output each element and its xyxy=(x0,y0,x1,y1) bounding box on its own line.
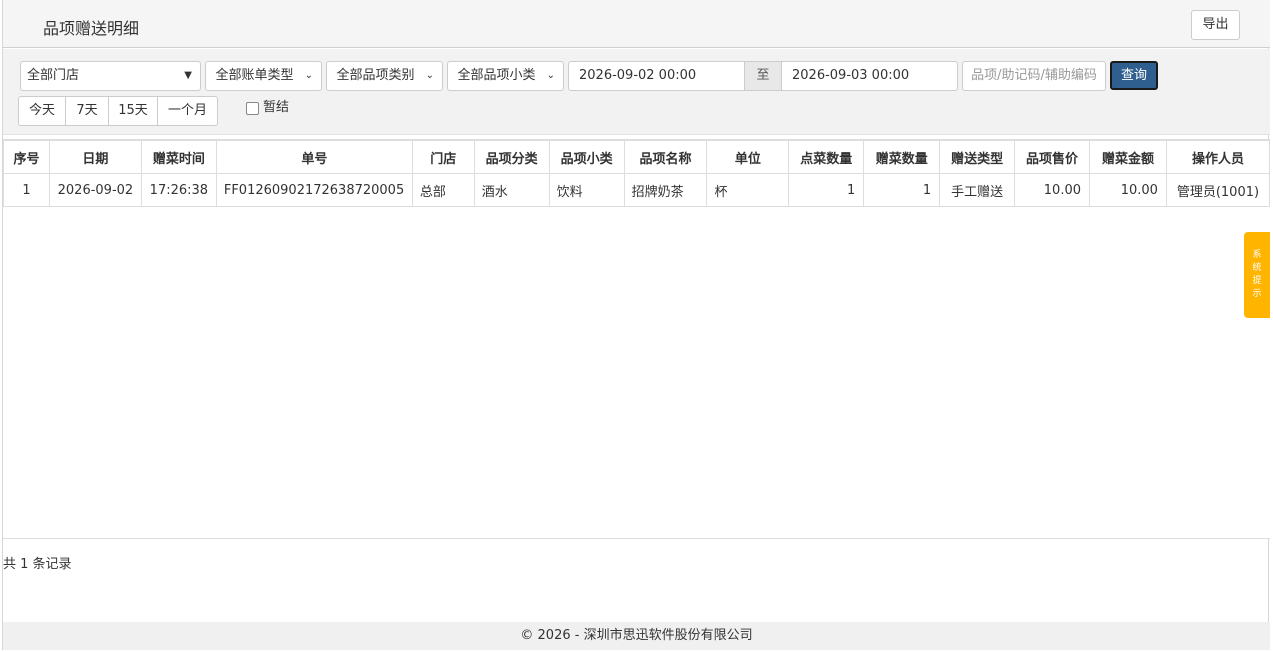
table-cell: 1 xyxy=(3,173,50,207)
gift-detail-table: 序号 日期 赠菜时间 单号 门店 品项分类 品项小类 品项名称 单位 点菜数量 … xyxy=(3,140,1271,207)
column-header[interactable]: 日期 xyxy=(48,140,142,174)
item-subcategory-select-value: 全部品项小类 xyxy=(457,68,536,83)
table-header-row: 序号 日期 赠菜时间 单号 门店 品项分类 品项小类 品项名称 单位 点菜数量 … xyxy=(3,140,1271,174)
system-tip-char: 示 xyxy=(1252,289,1262,299)
column-header[interactable]: 品项售价 xyxy=(1014,140,1090,174)
table-cell: 10.00 xyxy=(1089,173,1167,207)
date-range-separator: 至 xyxy=(744,61,782,91)
table-cell: 2026-09-02 xyxy=(48,173,142,207)
table-cell: 管理员(1001) xyxy=(1165,173,1271,207)
table-cell: 10.00 xyxy=(1014,173,1090,207)
table-cell: 17:26:38 xyxy=(140,173,217,207)
copyright: © 2026 - 深圳市思迅软件股份有限公司 xyxy=(3,622,1270,650)
system-tip-char: 提 xyxy=(1252,276,1262,286)
column-header[interactable]: 操作人员 xyxy=(1165,140,1271,174)
start-date-input[interactable]: 2026-09-02 00:00 xyxy=(568,61,745,91)
pending-label: 暂结 xyxy=(263,100,290,115)
system-tip-tab[interactable]: 系 统 提 示 xyxy=(1244,232,1270,318)
query-button[interactable]: 查询 xyxy=(1110,61,1158,90)
column-header[interactable]: 赠菜数量 xyxy=(863,140,941,174)
item-category-select[interactable]: 全部品项类别 ⌄ xyxy=(326,61,443,91)
data-grid: 序号 日期 赠菜时间 单号 门店 品项分类 品项小类 品项名称 单位 点菜数量 … xyxy=(3,139,1271,539)
table-cell: 杯 xyxy=(706,173,790,207)
page-header: 品项赠送明细 导出 xyxy=(3,0,1270,48)
report-frame: 品项赠送明细 导出 全部门店 ▼ 全部账单类型 ⌄ 全部品项类别 ⌄ 全部品项小… xyxy=(2,0,1271,650)
pending-checkbox[interactable] xyxy=(246,101,259,115)
end-date-input[interactable]: 2026-09-03 00:00 xyxy=(781,61,958,91)
system-tip-char: 统 xyxy=(1252,263,1262,273)
caret-down-icon: ▼ xyxy=(184,70,192,81)
column-header[interactable]: 单号 xyxy=(215,140,413,174)
column-header[interactable]: 品项名称 xyxy=(623,140,708,174)
column-header[interactable]: 品项小类 xyxy=(548,140,625,174)
bill-type-select[interactable]: 全部账单类型 ⌄ xyxy=(205,61,322,91)
bill-type-select-value: 全部账单类型 xyxy=(215,68,294,83)
column-header[interactable]: 序号 xyxy=(3,140,50,174)
chevron-down-icon: ⌄ xyxy=(425,70,434,81)
column-header[interactable]: 门店 xyxy=(411,140,475,174)
item-subcategory-select[interactable]: 全部品项小类 ⌄ xyxy=(447,61,564,91)
table-cell: 酒水 xyxy=(473,173,550,207)
range-15days-button[interactable]: 15天 xyxy=(109,97,158,125)
table-cell: 手工赠送 xyxy=(939,173,1016,207)
range-month-button[interactable]: 一个月 xyxy=(158,97,217,125)
item-category-select-value: 全部品项类别 xyxy=(336,68,415,83)
item-search-input[interactable]: 品项/助记码/辅助编码 xyxy=(962,61,1106,91)
table-row[interactable]: 1 2026-09-02 17:26:38 FF0126090217263872… xyxy=(3,173,1271,207)
table-cell: 招牌奶茶 xyxy=(623,173,708,207)
record-count: 共 1 条记录 xyxy=(3,557,72,572)
table-cell: 饮料 xyxy=(548,173,625,207)
filter-panel: 全部门店 ▼ 全部账单类型 ⌄ 全部品项类别 ⌄ 全部品项小类 ⌄ 2026-0… xyxy=(3,49,1270,135)
store-select-value: 全部门店 xyxy=(27,68,80,83)
range-today-button[interactable]: 今天 xyxy=(19,97,66,125)
system-tip-char: 系 xyxy=(1252,250,1262,260)
export-button[interactable]: 导出 xyxy=(1191,10,1240,40)
quick-range-group: 今天 7天 15天 一个月 xyxy=(18,96,218,126)
column-header[interactable]: 赠菜时间 xyxy=(140,140,217,174)
table-cell: 总部 xyxy=(411,173,475,207)
store-select[interactable]: 全部门店 ▼ xyxy=(20,61,201,91)
column-header[interactable]: 单位 xyxy=(706,140,790,174)
column-header[interactable]: 赠菜金额 xyxy=(1089,140,1167,174)
chevron-down-icon: ⌄ xyxy=(546,70,555,81)
range-7days-button[interactable]: 7天 xyxy=(66,97,109,125)
chevron-down-icon: ⌄ xyxy=(304,70,313,81)
column-header[interactable]: 品项分类 xyxy=(473,140,550,174)
pending-checkbox-group[interactable]: 暂结 xyxy=(246,99,289,117)
column-header[interactable]: 点菜数量 xyxy=(788,140,865,174)
column-header[interactable]: 赠送类型 xyxy=(939,140,1016,174)
table-cell: 1 xyxy=(863,173,941,207)
page-title: 品项赠送明细 xyxy=(43,19,140,38)
table-cell: FF0126090217263872000​5 xyxy=(215,173,413,207)
table-cell: 1 xyxy=(788,173,865,207)
